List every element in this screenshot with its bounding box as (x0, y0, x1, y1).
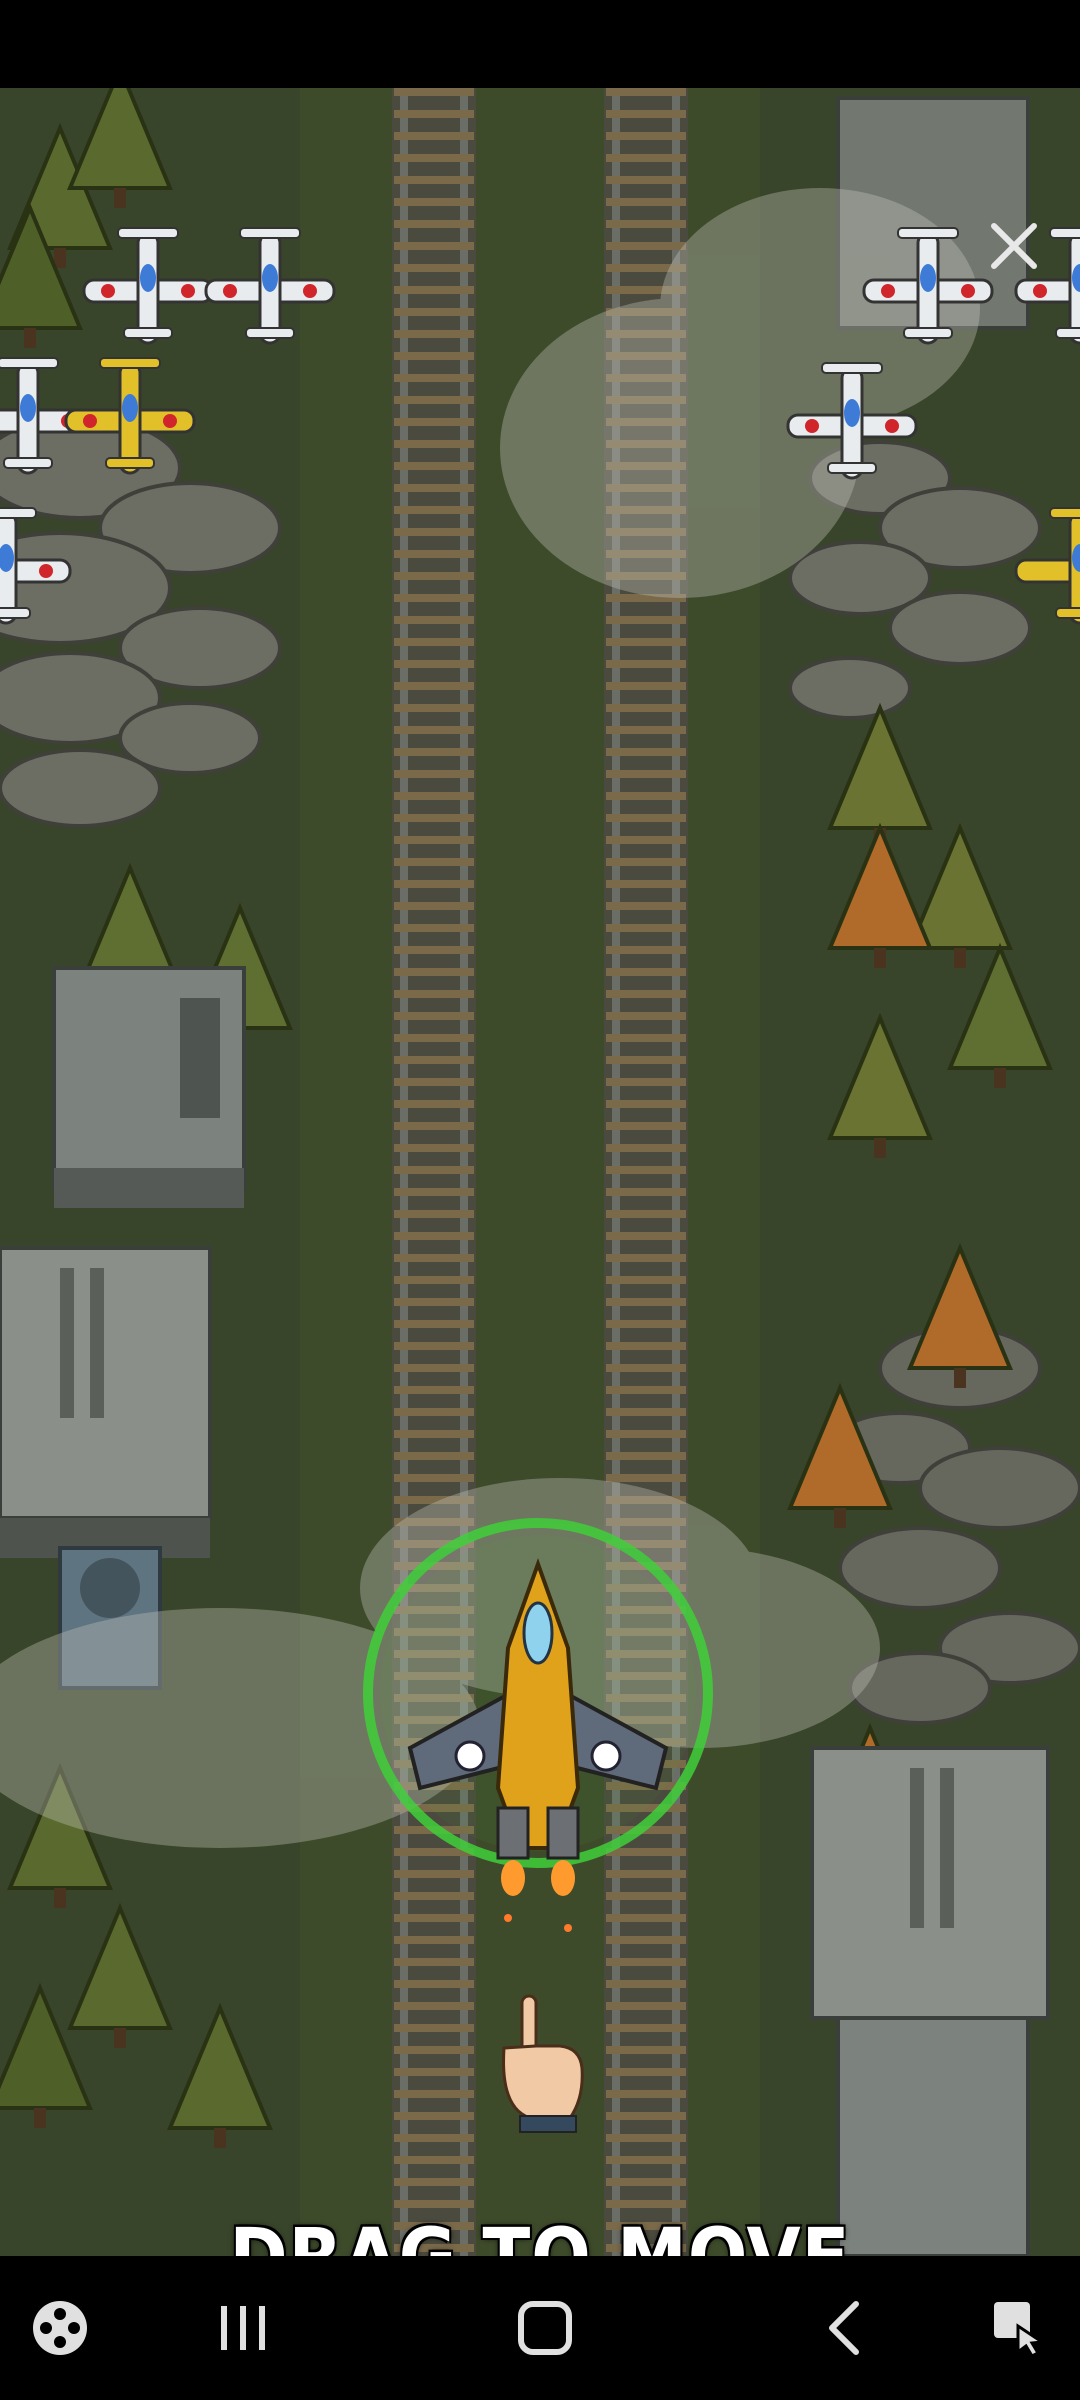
tree-trunk (954, 1368, 966, 1388)
game-launcher-button[interactable] (0, 2256, 120, 2400)
tree-trunk (874, 948, 886, 968)
recent-apps-button[interactable] (183, 2256, 303, 2400)
close-icon (991, 223, 1037, 269)
status-bar (0, 0, 1080, 88)
game-canvas[interactable]: DRAG TO MOVE (0, 88, 1080, 2256)
home-button[interactable] (485, 2256, 605, 2400)
hangar-left (0, 1246, 212, 1558)
tree-trunk (214, 2128, 226, 2148)
home-icon (518, 2301, 572, 2355)
game-controller-icon (33, 2301, 87, 2355)
game-scene (0, 88, 1080, 2256)
tree-trunk (114, 2028, 126, 2048)
close-button[interactable] (966, 198, 1062, 294)
tree-trunk (24, 328, 36, 348)
tree-trunk (54, 1888, 66, 1908)
drag-to-move-hint: DRAG TO MOVE (0, 2211, 1080, 2256)
touch-capture-icon (994, 2302, 1047, 2358)
recent-apps-icon (221, 2306, 265, 2350)
warehouse-left-1 (52, 966, 246, 1208)
tree-trunk (114, 188, 126, 208)
player-cockpit (522, 1601, 554, 1665)
tree-trunk (834, 1508, 846, 1528)
back-button[interactable] (786, 2256, 906, 2400)
tree-trunk (874, 1138, 886, 1158)
screenshot-capture-button[interactable] (960, 2256, 1080, 2400)
back-icon (829, 2301, 859, 2355)
tree-trunk (954, 948, 966, 968)
hangar-right (810, 1746, 1050, 2256)
tree-trunk (34, 2108, 46, 2128)
tree-trunk (994, 1068, 1006, 1088)
navigation-bar (0, 2256, 1080, 2400)
